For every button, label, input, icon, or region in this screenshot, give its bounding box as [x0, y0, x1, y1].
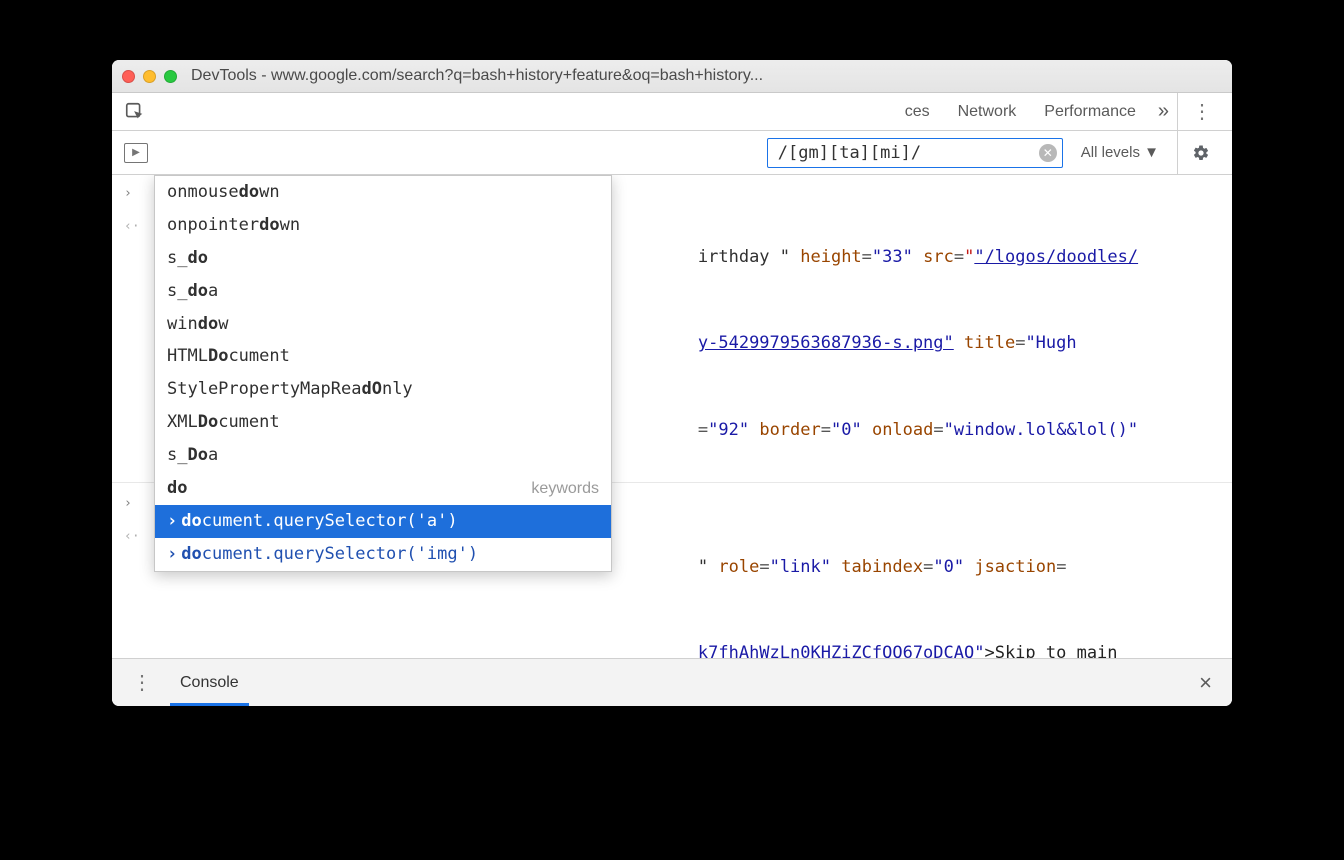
zoom-window-button[interactable] — [164, 70, 177, 83]
console-toolbar: ✕ All levels ▼ — [112, 131, 1232, 175]
autocomplete-item[interactable]: XMLDocument — [155, 406, 611, 439]
titlebar: DevTools - www.google.com/search?q=bash+… — [112, 60, 1232, 93]
console-filter-input[interactable] — [767, 138, 1063, 168]
chevron-left-icon: ‹· — [124, 216, 140, 238]
autocomplete-item[interactable]: s_doa — [155, 275, 611, 308]
main-menu-button[interactable]: ⋮ — [1177, 93, 1226, 130]
execution-context-icon[interactable] — [124, 143, 148, 163]
autocomplete-item[interactable]: dokeywords — [155, 472, 611, 505]
autocomplete-popup: onmousedownonpointerdowns_dos_doawindowH… — [154, 175, 612, 572]
autocomplete-item[interactable]: onpointerdown — [155, 209, 611, 242]
window-title: DevTools - www.google.com/search?q=bash+… — [191, 67, 1222, 85]
drawer: ⋮ Console × — [112, 658, 1232, 706]
chevron-left-icon: ‹· — [124, 526, 140, 548]
drawer-menu-button[interactable]: ⋮ — [122, 670, 162, 695]
autocomplete-history-item[interactable]: ›document.querySelector('img') — [155, 538, 611, 571]
minimize-window-button[interactable] — [143, 70, 156, 83]
console-body: onmousedownonpointerdowns_dos_doawindowH… — [112, 175, 1232, 658]
chevron-right-icon[interactable]: › — [124, 183, 132, 205]
traffic-lights — [122, 70, 177, 83]
drawer-close-button[interactable]: × — [1189, 670, 1222, 696]
inspect-icon[interactable] — [124, 101, 146, 123]
console-settings-icon[interactable] — [1177, 131, 1224, 174]
autocomplete-item[interactable]: onmousedown — [155, 176, 611, 209]
chevron-right-icon[interactable]: › — [124, 493, 132, 515]
main-tabs: ces Network Performance » ⋮ — [112, 93, 1232, 131]
autocomplete-item[interactable]: StylePropertyMapReadOnly — [155, 373, 611, 406]
tab-network[interactable]: Network — [944, 103, 1031, 121]
autocomplete-item[interactable]: s_do — [155, 242, 611, 275]
tabs-more-button[interactable]: » — [1150, 100, 1177, 123]
autocomplete-item[interactable]: HTMLDocument — [155, 340, 611, 373]
autocomplete-item[interactable]: s_Doa — [155, 439, 611, 472]
devtools-window: DevTools - www.google.com/search?q=bash+… — [112, 60, 1232, 706]
drawer-tab-console[interactable]: Console — [162, 659, 257, 706]
autocomplete-history-item[interactable]: ›document.querySelector('a') — [155, 505, 611, 538]
close-window-button[interactable] — [122, 70, 135, 83]
filter-wrap: ✕ — [767, 138, 1063, 168]
tab-sources-partial[interactable]: ces — [891, 103, 944, 121]
autocomplete-item[interactable]: window — [155, 308, 611, 341]
clear-filter-icon[interactable]: ✕ — [1039, 144, 1057, 162]
tab-performance[interactable]: Performance — [1030, 103, 1150, 121]
log-levels-dropdown[interactable]: All levels ▼ — [1081, 144, 1159, 161]
